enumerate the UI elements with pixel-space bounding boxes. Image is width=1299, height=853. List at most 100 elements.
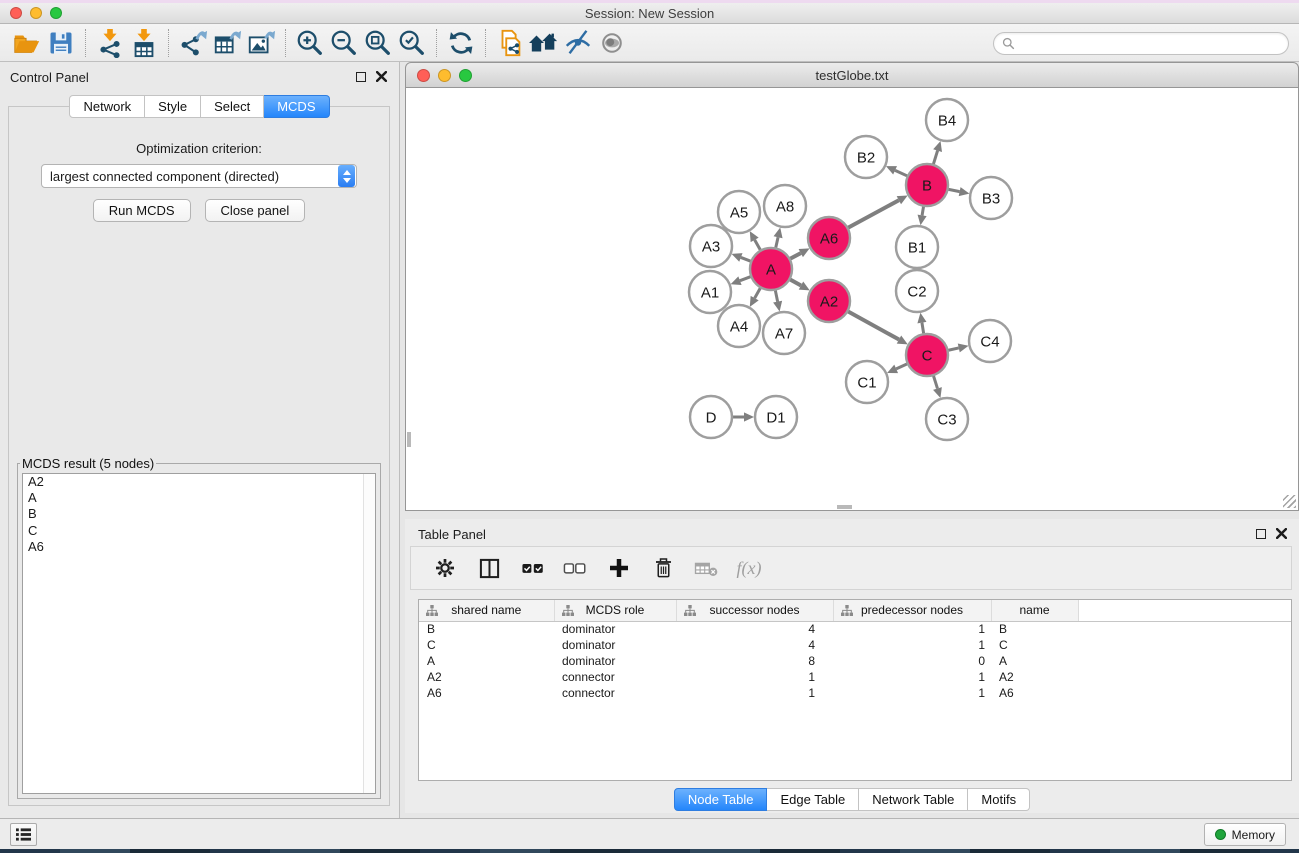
select-all-button[interactable] [515, 550, 551, 586]
function-builder-button[interactable]: f(x) [731, 550, 767, 586]
minimize-window-button[interactable] [30, 7, 42, 19]
network-graph[interactable]: B4B2BB3A8A5A6A3B1AA1C2A2A4A7C4CC1C3DD1 [406, 88, 1298, 509]
table-row[interactable]: A6connector11A6 [419, 685, 1291, 701]
tab-node-table[interactable]: Node Table [674, 788, 768, 811]
table-cell[interactable]: B [991, 621, 1078, 637]
save-session-button[interactable] [44, 27, 78, 59]
export-network-button[interactable] [176, 27, 210, 59]
hide-selected-button[interactable] [561, 27, 595, 59]
import-table-button[interactable] [127, 27, 161, 59]
table-row[interactable]: Adominator80A [419, 653, 1291, 669]
search-input[interactable] [1020, 37, 1280, 51]
float-table-panel-button[interactable] [1256, 529, 1266, 539]
column-header-predecessor-nodes[interactable]: predecessor nodes [833, 600, 991, 621]
network-zoom-button[interactable] [459, 69, 472, 82]
table-cell[interactable]: 0 [833, 653, 991, 669]
tab-style[interactable]: Style [145, 95, 201, 118]
clone-network-button[interactable] [493, 27, 527, 59]
window-resize-grip[interactable] [1283, 495, 1296, 508]
add-column-button[interactable] [601, 550, 637, 586]
tab-network-table[interactable]: Network Table [859, 788, 968, 811]
zoom-in-button[interactable] [293, 27, 327, 59]
float-panel-button[interactable] [356, 72, 366, 82]
table-cell[interactable]: 1 [833, 685, 991, 701]
column-header-name[interactable]: name [991, 600, 1078, 621]
table-cell[interactable]: connector [554, 669, 676, 685]
zoom-window-button[interactable] [50, 7, 62, 19]
graph-edge-A2-C[interactable] [846, 310, 899, 339]
tab-edge-table[interactable]: Edge Table [767, 788, 859, 811]
mcds-list-scrollbar[interactable] [363, 474, 375, 793]
table-cell[interactable]: 4 [676, 621, 833, 637]
table-cell[interactable]: 1 [676, 685, 833, 701]
network-canvas[interactable]: B4B2BB3A8A5A6A3B1AA1C2A2A4A7C4CC1C3DD1 [405, 88, 1299, 511]
zoom-out-button[interactable] [327, 27, 361, 59]
run-mcds-button[interactable]: Run MCDS [93, 199, 191, 222]
table-cell[interactable]: C [991, 637, 1078, 653]
table-options-button[interactable] [427, 550, 463, 586]
table-cell[interactable]: B [419, 621, 554, 637]
show-all-button[interactable] [595, 27, 629, 59]
network-window-titlebar[interactable]: testGlobe.txt [405, 62, 1299, 88]
show-columns-button[interactable] [471, 550, 507, 586]
zoom-fit-button[interactable] [361, 27, 395, 59]
mcds-result-item[interactable]: A6 [23, 539, 375, 555]
table-cell[interactable]: 1 [833, 637, 991, 653]
horizontal-scroll-indicator[interactable] [837, 505, 852, 509]
mcds-result-item[interactable]: C [23, 523, 375, 539]
column-header-MCDS-role[interactable]: MCDS role [554, 600, 676, 621]
table-cell[interactable]: 4 [676, 637, 833, 653]
refresh-view-button[interactable] [444, 27, 478, 59]
table-cell[interactable]: 8 [676, 653, 833, 669]
import-network-button[interactable] [93, 27, 127, 59]
table-cell[interactable]: A6 [991, 685, 1078, 701]
close-window-button[interactable] [10, 7, 22, 19]
network-minimize-button[interactable] [438, 69, 451, 82]
table-cell[interactable]: A6 [419, 685, 554, 701]
table-cell[interactable]: A2 [991, 669, 1078, 685]
close-table-panel-button[interactable] [1276, 528, 1287, 539]
table-row[interactable]: Cdominator41C [419, 637, 1291, 653]
export-image-button[interactable] [244, 27, 278, 59]
table-cell[interactable]: A [419, 653, 554, 669]
node-table-container[interactable]: shared nameMCDS rolesuccessor nodesprede… [418, 599, 1292, 781]
apply-layout-button[interactable] [527, 27, 561, 59]
mcds-result-item[interactable]: B [23, 506, 375, 522]
open-session-button[interactable] [10, 27, 44, 59]
table-cell[interactable]: 1 [833, 669, 991, 685]
mcds-result-item[interactable]: A [23, 490, 375, 506]
table-cell[interactable]: C [419, 637, 554, 653]
mcds-result-item[interactable]: A2 [23, 474, 375, 490]
table-cell[interactable]: A2 [419, 669, 554, 685]
close-panel-icon-button[interactable] [376, 71, 387, 82]
network-close-button[interactable] [417, 69, 430, 82]
table-cell[interactable]: connector [554, 685, 676, 701]
search-field[interactable] [993, 32, 1289, 55]
criterion-dropdown[interactable]: largest connected component (directed) [41, 164, 357, 188]
task-history-button[interactable] [10, 823, 37, 846]
column-header-successor-nodes[interactable]: successor nodes [676, 600, 833, 621]
column-header-shared-name[interactable]: shared name [419, 600, 554, 621]
tab-network[interactable]: Network [69, 95, 145, 118]
tab-mcds[interactable]: MCDS [264, 95, 329, 118]
mcds-result-list[interactable]: A2ABCA6 [22, 473, 376, 794]
table-cell[interactable]: dominator [554, 637, 676, 653]
table-cell[interactable]: A [991, 653, 1078, 669]
zoom-selected-button[interactable] [395, 27, 429, 59]
vertical-scroll-indicator[interactable] [407, 432, 411, 447]
tab-motifs[interactable]: Motifs [968, 788, 1030, 811]
table-row[interactable]: Bdominator41B [419, 621, 1291, 637]
table-row[interactable]: A2connector11A2 [419, 669, 1291, 685]
unselect-all-button[interactable] [557, 550, 593, 586]
table-cell[interactable]: 1 [676, 669, 833, 685]
table-cell[interactable]: 1 [833, 621, 991, 637]
table-cell[interactable]: dominator [554, 653, 676, 669]
export-table-button[interactable] [210, 27, 244, 59]
memory-button[interactable]: Memory [1204, 823, 1286, 846]
delete-table-button[interactable] [689, 550, 725, 586]
graph-edge-A6-B[interactable] [846, 200, 899, 229]
tab-select[interactable]: Select [201, 95, 264, 118]
delete-columns-button[interactable] [645, 550, 681, 586]
table-cell[interactable]: dominator [554, 621, 676, 637]
close-panel-button[interactable]: Close panel [205, 199, 306, 222]
